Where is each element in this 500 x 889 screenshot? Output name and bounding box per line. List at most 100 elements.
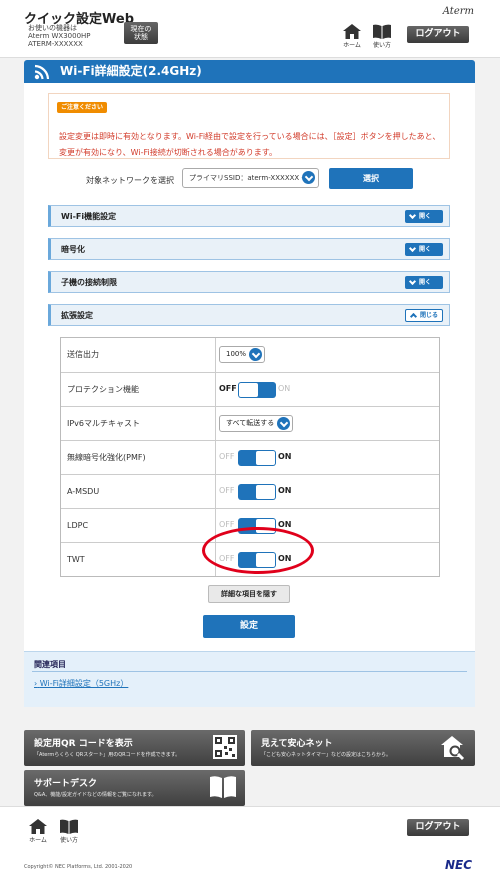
toggle-on-label: ON (278, 452, 292, 461)
qr-card-desc: 「Atermらくらく QRスタート」用のQRコードを作成できます。 (34, 752, 181, 758)
logout-button[interactable]: ログアウト (407, 26, 469, 43)
expand-label: 開く (419, 246, 432, 253)
copyright: Copyright© NEC Platforms, Ltd. 2001-2020 (24, 864, 133, 870)
toggle-on-label: ON (278, 486, 292, 495)
toggle-off-label: OFF (219, 384, 237, 393)
home-button[interactable]: ホーム (338, 24, 366, 49)
safe-net-card[interactable]: 見えて安心ネット 「こども安心ネットタイマー」などの設定はこちらから。 (251, 730, 475, 766)
wifi-icon (34, 64, 50, 80)
setting-row-ipv6-multicast: IPv6マルチキャスト すべて転送する (61, 406, 439, 440)
current-status-label-1: 現在の (130, 25, 152, 33)
device-model: Aterm WX3000HP (28, 32, 91, 40)
toggle-knob (256, 451, 275, 465)
book-icon (210, 776, 236, 798)
footer-logout-button[interactable]: ログアウト (407, 819, 469, 836)
chevron-down-icon (277, 417, 291, 430)
home-search-icon (441, 736, 465, 761)
home-label: ホーム (29, 837, 47, 844)
support-desk-card[interactable]: サポートデスク Q&A、機能/設定ガイドなどの情報をご覧になれます。 (24, 770, 245, 806)
notice-badge: ご注意ください (57, 102, 108, 113)
toggle-on-label: ON (278, 520, 292, 529)
home-icon (343, 24, 361, 39)
section-label: 拡張設定 (61, 311, 93, 320)
highlight-circle (202, 527, 314, 574)
chevron-down-icon (249, 348, 263, 361)
chevron-down-icon (302, 171, 315, 184)
page-title-bar: Wi-Fi詳細設定(2.4GHz) (24, 60, 475, 83)
setting-row-tx-power: 送信出力 100% (61, 338, 439, 372)
home-label: ホーム (343, 42, 361, 49)
setting-label: 送信出力 (61, 338, 216, 372)
safe-card-title: 見えて安心ネット (261, 739, 333, 749)
divider (32, 671, 467, 672)
tx-power-select[interactable]: 100% (219, 346, 266, 363)
network-select-value: プライマリSSID：aterm-XXXXXX -g (189, 174, 309, 182)
collapse-button[interactable]: 閉じる (405, 309, 443, 322)
select-network-button[interactable]: 選択 (329, 168, 413, 189)
hide-details-button[interactable]: 詳細な項目を隠す (208, 585, 290, 603)
section-label: Wi-Fi機能設定 (61, 212, 117, 221)
current-status-button[interactable]: 現在の 状態 (124, 22, 158, 44)
setting-row-protection: プロテクション機能 OFF ON (61, 372, 439, 406)
setting-label: LDPC (61, 509, 216, 542)
qr-code-card[interactable]: 設定用QR コードを表示 「Atermらくらく QRスタート」用のQRコードを作… (24, 730, 245, 766)
page-title: Wi-Fi詳細設定(2.4GHz) (60, 64, 202, 78)
section-encryption[interactable]: 暗号化 開く (48, 238, 450, 260)
setting-row-pmf: 無線暗号化強化(PMF) OFF ON (61, 440, 439, 474)
current-status-label-2: 状態 (134, 33, 148, 41)
related-link-label: Wi-Fi詳細設定（5GHz） (39, 679, 129, 688)
help-button[interactable]: 使い方 (368, 24, 396, 49)
setting-label: TWT (61, 543, 216, 576)
help-label: 使い方 (59, 837, 78, 844)
toggle-knob (239, 383, 258, 397)
home-icon (29, 819, 47, 834)
expand-label: 開く (419, 279, 432, 286)
chevron-up-icon (409, 312, 418, 321)
device-name: ATERM-XXXXXX (28, 40, 83, 48)
chevron-down-icon (408, 211, 417, 220)
setting-label: IPv6マルチキャスト (61, 407, 216, 440)
section-client-restriction[interactable]: 子機の接続制限 開く (48, 271, 450, 293)
link-arrow-icon: › (34, 679, 38, 688)
chevron-down-icon (408, 244, 417, 253)
device-info: お使いの機器は Aterm WX3000HP ATERM-XXXXXX (28, 24, 91, 48)
section-extended-settings[interactable]: 拡張設定 閉じる (48, 304, 450, 326)
aterm-logo: Aterm (442, 6, 474, 17)
section-wifi-function[interactable]: Wi-Fi機能設定 開く (48, 205, 450, 227)
expand-button[interactable]: 開く (405, 210, 443, 223)
footer: ホーム 使い方 ログアウト Copyright© NEC Platforms, … (0, 806, 500, 889)
help-label: 使い方 (372, 42, 391, 49)
header: クイック設定Web お使いの機器は Aterm WX3000HP ATERM-X… (0, 0, 500, 58)
collapse-label: 閉じる (420, 312, 439, 319)
related-title: 関連項目 (34, 660, 66, 669)
section-label: 暗号化 (61, 245, 85, 254)
toggle-off-label: OFF (219, 452, 235, 461)
setting-label: 無線暗号化強化(PMF) (61, 441, 216, 474)
qr-card-title: 設定用QR コードを表示 (34, 739, 133, 749)
toggle-off-label: OFF (219, 520, 235, 529)
chevron-down-icon (408, 277, 417, 286)
setting-label: プロテクション機能 (61, 373, 216, 406)
tx-power-value: 100% (226, 350, 247, 358)
setting-label: A-MSDU (61, 475, 216, 508)
toggle-knob (256, 485, 275, 499)
save-button[interactable]: 設定 (203, 615, 295, 638)
book-icon (60, 819, 78, 834)
toggle-off-label: OFF (219, 486, 235, 495)
qr-code-icon (213, 735, 237, 759)
expand-label: 開く (419, 213, 432, 220)
nec-logo: NEC (444, 858, 472, 872)
related-link-wifi-5ghz[interactable]: › Wi-Fi詳細設定（5GHz） (34, 678, 128, 689)
notice-text: 設定変更は即時に有効となります。Wi-Fi経由で設定を行っている場合には、［設定… (59, 132, 441, 157)
ipv6-multicast-select[interactable]: すべて転送する (219, 415, 294, 432)
network-select[interactable]: プライマリSSID：aterm-XXXXXX -g (182, 168, 319, 188)
book-icon (373, 24, 391, 39)
toggle-on-label: ON (278, 384, 291, 393)
expand-button[interactable]: 開く (405, 276, 443, 289)
device-info-line: お使いの機器は (28, 24, 77, 32)
footer-home-button[interactable]: ホーム (24, 819, 52, 844)
section-label: 子機の接続制限 (61, 278, 117, 287)
expand-button[interactable]: 開く (405, 243, 443, 256)
footer-help-button[interactable]: 使い方 (55, 819, 83, 844)
support-card-desc: Q&A、機能/設定ガイドなどの情報をご覧になれます。 (34, 792, 157, 798)
